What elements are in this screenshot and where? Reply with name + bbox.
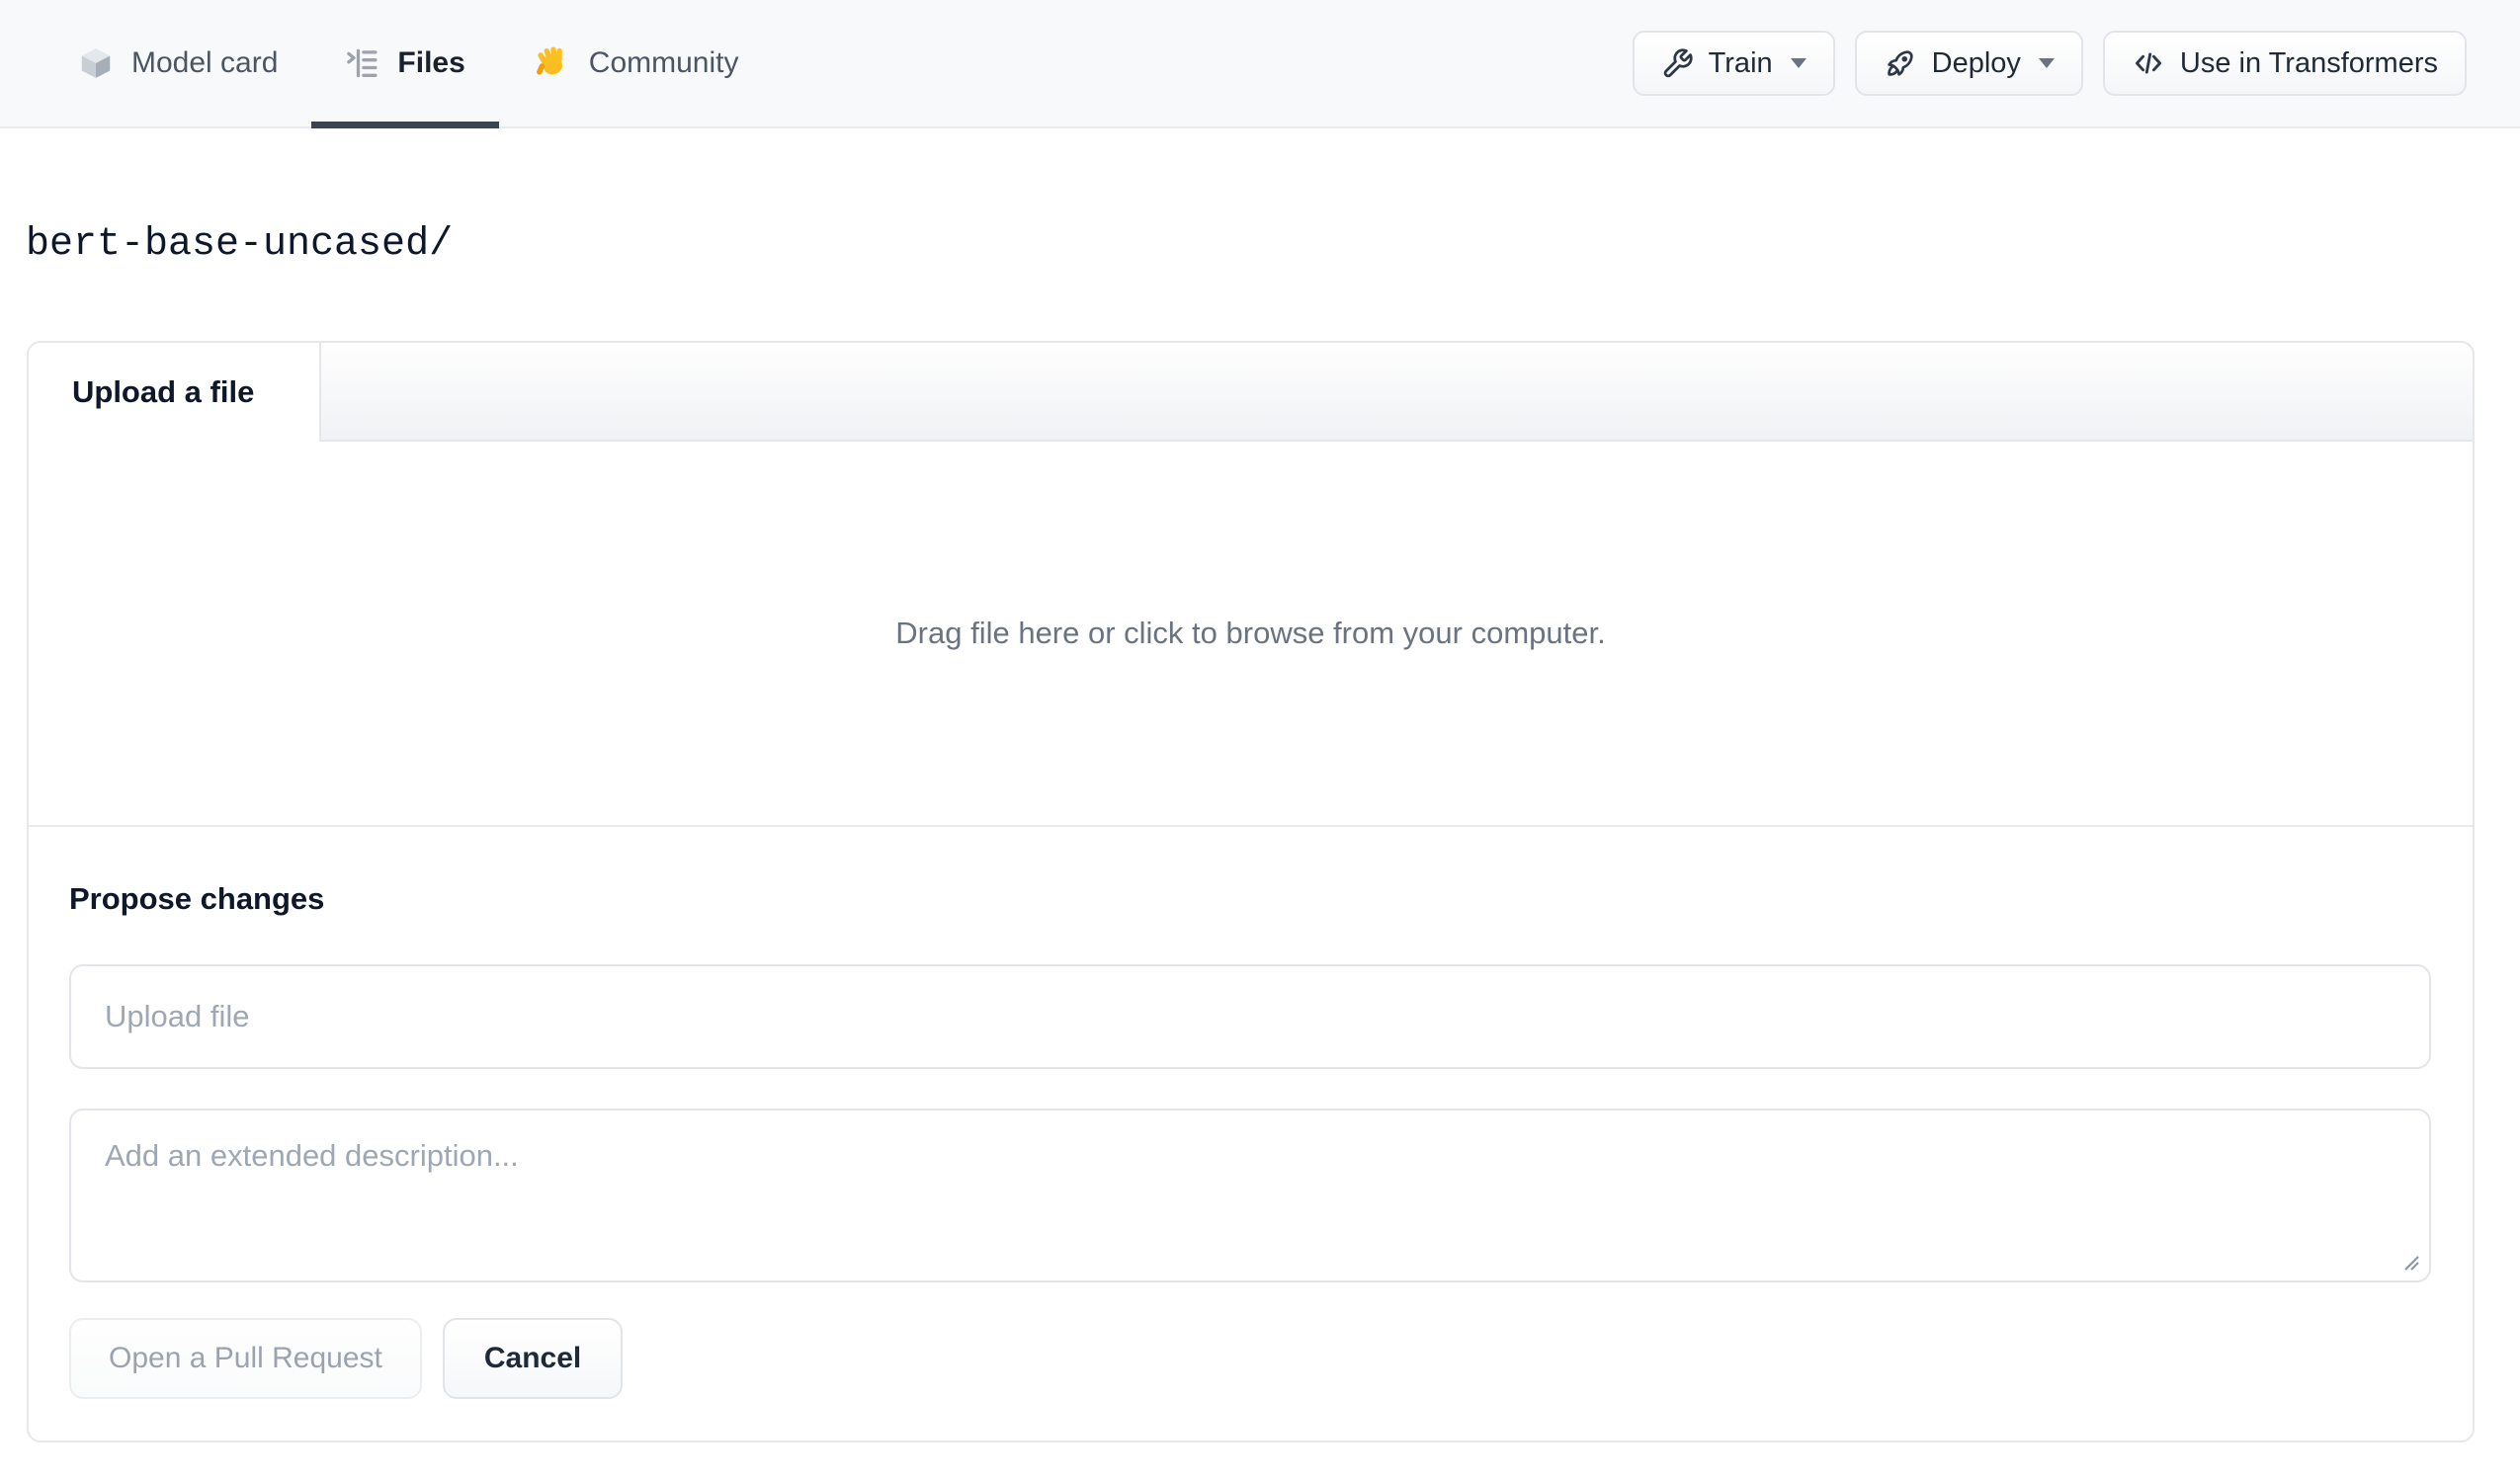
dropzone-text: Drag file here or click to browse from y…	[895, 616, 1606, 650]
open-pull-request-button[interactable]: Open a Pull Request	[69, 1318, 422, 1399]
repo-tabs: Model card Files Community	[43, 0, 773, 128]
chevron-down-icon	[2038, 58, 2055, 68]
description-field-wrap	[69, 1109, 2431, 1282]
tab-model-card[interactable]: Model card	[43, 0, 311, 126]
tab-files-label: Files	[397, 46, 465, 79]
resize-handle-icon[interactable]	[2400, 1252, 2422, 1274]
upload-file-card: Upload a file Drag file here or click to…	[27, 341, 2475, 1442]
upload-file-input[interactable]	[69, 964, 2431, 1069]
tab-upload-a-file-label: Upload a file	[72, 374, 255, 409]
cube-icon	[77, 44, 115, 82]
breadcrumb[interactable]: bert-base-uncased/	[26, 219, 2520, 271]
code-icon	[2132, 46, 2165, 80]
files-icon	[345, 45, 380, 81]
file-dropzone[interactable]: Drag file here or click to browse from y…	[29, 442, 2473, 827]
tab-community-label: Community	[588, 46, 739, 79]
upload-card-tabbar: Upload a file	[29, 343, 2473, 442]
propose-changes-section: Propose changes Open a Pull Request Canc…	[29, 827, 2473, 1441]
cancel-button[interactable]: Cancel	[442, 1318, 624, 1399]
wrench-icon	[1661, 47, 1694, 80]
use-in-transformers-label: Use in Transformers	[2179, 46, 2438, 79]
train-button-label: Train	[1708, 46, 1773, 79]
rocket-icon	[1884, 46, 1917, 80]
chevron-down-icon	[1790, 58, 1806, 68]
propose-changes-heading: Propose changes	[69, 881, 325, 916]
deploy-button[interactable]: Deploy	[1854, 31, 2083, 96]
deploy-button-label: Deploy	[1931, 46, 2021, 79]
wave-icon	[533, 43, 572, 83]
tab-community[interactable]: Community	[499, 0, 773, 126]
tabbar-filler	[321, 343, 2473, 442]
tab-files[interactable]: Files	[311, 0, 500, 128]
repo-path[interactable]: bert-base-uncased/	[26, 222, 453, 267]
propose-actions-row: Open a Pull Request Cancel	[69, 1318, 2431, 1399]
extended-description-textarea[interactable]	[69, 1109, 2431, 1282]
use-in-transformers-button[interactable]: Use in Transformers	[2102, 31, 2467, 96]
repo-action-buttons: Train Deploy Use in Transformers	[1632, 0, 2467, 126]
tab-upload-a-file[interactable]: Upload a file	[29, 343, 321, 442]
train-button[interactable]: Train	[1632, 31, 1835, 96]
repo-tab-bar: Model card Files Community Train Deploy …	[0, 0, 2520, 128]
tab-model-card-label: Model card	[131, 46, 279, 79]
